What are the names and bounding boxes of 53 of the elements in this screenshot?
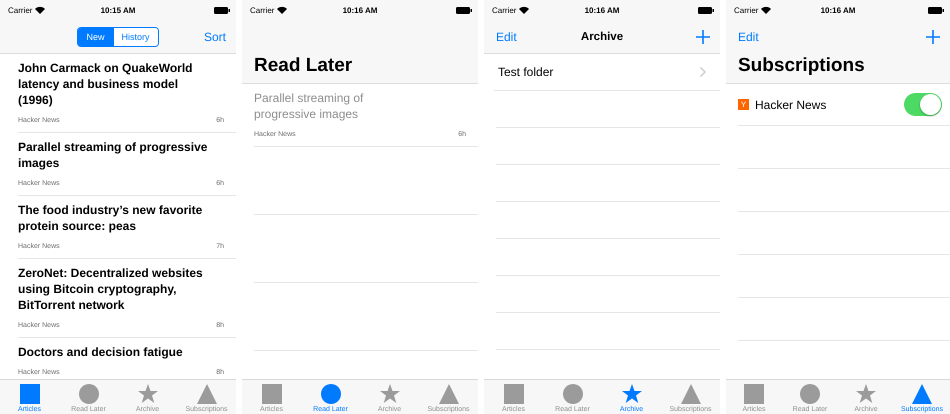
star-icon — [620, 383, 642, 405]
source-logo: Y — [738, 99, 749, 110]
circle-icon — [799, 383, 821, 405]
star-icon — [855, 383, 877, 405]
chevron-icon — [700, 67, 706, 77]
article-title[interactable]: Doctors and decision fatigue — [18, 344, 224, 360]
status-time: 10:16 AM — [584, 6, 620, 14]
article-title[interactable]: The food industry’s new favorite protein source: peas — [18, 202, 224, 234]
battery-icon — [698, 6, 714, 14]
page-title: Subscriptions — [737, 54, 866, 78]
star-icon — [136, 383, 158, 405]
edit-button[interactable]: Edit — [496, 30, 517, 44]
triangle-icon — [911, 383, 933, 405]
battery-icon — [456, 6, 472, 14]
square-icon — [502, 383, 524, 405]
segment-tab[interactable]: New — [78, 28, 112, 46]
square-icon — [743, 383, 765, 405]
triangle-icon — [438, 383, 460, 405]
add-icon[interactable] — [696, 30, 710, 44]
wifi-icon — [761, 6, 772, 14]
status-time: 10:16 AM — [820, 6, 856, 14]
battery-icon — [928, 6, 944, 14]
page-title: Read Later — [253, 54, 354, 78]
circle-icon — [562, 383, 584, 405]
status-time: 10:16 AM — [342, 6, 378, 14]
edit-button[interactable]: Edit — [738, 30, 759, 44]
square-icon — [260, 383, 282, 405]
carrier-label: Carrier — [492, 6, 516, 14]
square-icon — [18, 383, 40, 405]
circle-icon — [78, 383, 100, 405]
folder-name[interactable]: Test folder — [498, 65, 554, 79]
subscription-name: Hacker News — [755, 98, 826, 112]
nav-title: Archive — [580, 30, 624, 42]
article-title[interactable]: Parallel streaming of progressive images — [18, 139, 224, 171]
circle-icon — [320, 383, 342, 405]
add-icon[interactable] — [926, 30, 940, 44]
wifi-icon — [277, 6, 288, 14]
triangle-icon — [196, 383, 218, 405]
article-title[interactable]: John Carmack on QuakeWorld latency and business model (1996) — [18, 60, 224, 108]
toggle-switch[interactable] — [904, 93, 942, 116]
status-time: 10:15 AM — [100, 6, 136, 14]
carrier-label: Carrier — [734, 6, 758, 14]
battery-icon — [214, 6, 230, 14]
star-icon — [378, 383, 400, 405]
wifi-icon — [519, 6, 530, 14]
article-title[interactable]: ZeroNet: Decentralized websites using Bitcoin cryptography, BitTorrent network — [18, 265, 224, 313]
article-title[interactable]: Parallel streaming of progressive images — [254, 90, 466, 122]
carrier-label: Carrier — [250, 6, 274, 14]
segment-tab[interactable]: History — [112, 28, 158, 46]
triangle-icon — [680, 383, 702, 405]
carrier-label: Carrier — [8, 6, 32, 14]
sort-button[interactable]: Sort — [204, 30, 226, 44]
wifi-icon — [35, 6, 46, 14]
